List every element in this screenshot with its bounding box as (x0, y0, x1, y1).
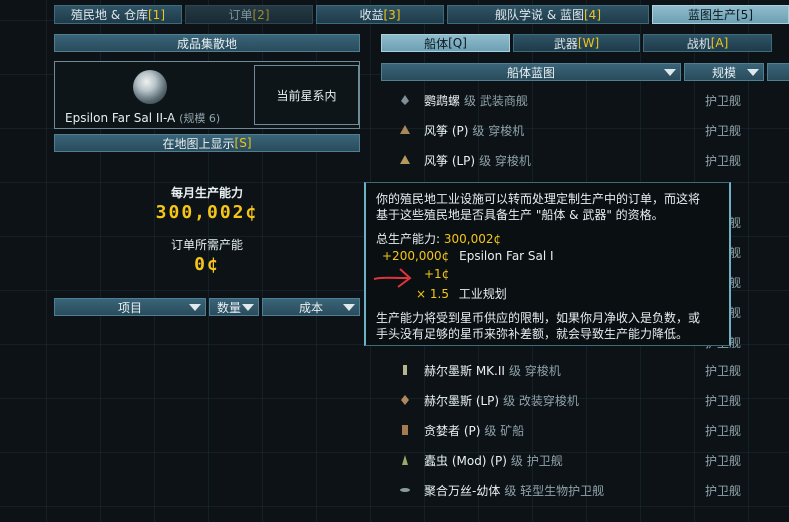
column-qty-dropdown[interactable]: 数量 (209, 298, 259, 316)
order-required-label: 订单所需产能 (170, 238, 243, 252)
chevron-down-icon (664, 69, 676, 76)
ship-hull-icon (401, 95, 409, 105)
list-item[interactable]: 聚合万丝-幼体级 轻型生物护卫舰 护卫舰 (380, 475, 760, 505)
chevron-down-icon (242, 304, 254, 311)
subtab-fighters[interactable]: 战机 [A] (643, 34, 772, 52)
production-capacity-tooltip: 你的殖民地工业设施可以转而处理定制生产中的订单，而这将 基于这些殖民地是否具备生… (364, 182, 731, 346)
red-arrow-annotation-icon (373, 268, 412, 288)
chevron-down-icon (747, 69, 759, 76)
tooltip-desc-line2: 基于这些殖民地是否具备生产 "船体 & 武器" 的资格。 (376, 208, 664, 222)
tooltip-desc-line1: 你的殖民地工业设施可以转而处理定制生产中的订单，而这将 (376, 192, 701, 206)
ship-hull-icon (400, 488, 410, 492)
tooltip-note-line1: 生产能力将受到星币供应的限制，如果你月净收入是负数，或 (376, 311, 701, 325)
subtab-weapons[interactable]: 武器 [W] (513, 34, 640, 52)
planet-name: Epsilon Far Sal II-A (65, 111, 176, 125)
list-item[interactable]: 风筝 (P) 级 穿梭机 护卫舰 (380, 115, 760, 145)
ship-hull-icon (401, 395, 409, 405)
monthly-capacity-label: 每月生产能力 (170, 186, 243, 200)
ship-hull-icon (402, 425, 408, 435)
size-sort-dropdown[interactable]: 规模 (684, 63, 764, 81)
tab-income[interactable]: 收益 [3] (316, 5, 444, 24)
planet-label: Epsilon Far Sal II-A (规模 6) (65, 110, 220, 126)
column-item-dropdown[interactable]: 项目 (54, 298, 206, 316)
ship-hull-icon (400, 155, 410, 164)
ship-hull-icon (400, 125, 410, 134)
list-item[interactable]: 鹦鹉螺级 武装商舰 护卫舰 (380, 85, 760, 115)
list-item[interactable]: 贪婪者 (P) 级 矿船 护卫舰 (380, 415, 760, 445)
tooltip-entry-bonus: +1¢ (424, 267, 450, 281)
tooltip-entry-colony: +200,000¢ Epsilon Far Sal I (382, 249, 554, 263)
tab-blueprint-production[interactable]: 蓝图生产 [5] (652, 5, 789, 24)
extra-sort-dropdown[interactable] (767, 63, 789, 81)
tooltip-note-line2: 手头没有足够的星币来弥补差额，就会导致生产能力降低。 (376, 327, 689, 341)
tab-fleet-doctrine-blueprints[interactable]: 舰队学说 & 蓝图 [4] (447, 5, 649, 24)
hull-blueprint-sort-dropdown[interactable]: 船体蓝图 (381, 63, 681, 81)
show-on-map-button[interactable]: 在地图上显示 [S] (54, 134, 360, 152)
tab-orders[interactable]: 订单 [2] (185, 5, 313, 24)
chevron-down-icon (343, 304, 355, 311)
ship-hull-icon (403, 365, 407, 375)
subtab-hulls[interactable]: 船体 [Q] (381, 34, 510, 52)
section-title-bar: 成品集散地 (54, 34, 360, 52)
list-item[interactable]: 赫尔墨斯 MK.II 级 穿梭机 护卫舰 (380, 355, 760, 385)
list-item[interactable]: 蠹虫 (Mod) (P) 级 护卫舰 护卫舰 (380, 445, 760, 475)
monthly-capacity-value: 300,002¢ (155, 202, 259, 223)
list-item[interactable]: 风筝 (LP) 级 穿梭机 护卫舰 (380, 145, 760, 175)
planet-icon (133, 70, 167, 104)
ship-hull-icon (402, 455, 408, 465)
planet-size: (规模 6) (179, 112, 221, 125)
tab-colonies-storage[interactable]: 殖民地 & 仓库 [1] (54, 5, 182, 24)
section-title: 成品集散地 (176, 36, 237, 51)
order-required-value: 0¢ (194, 254, 220, 275)
current-system-button[interactable]: 当前星系内 (254, 65, 359, 125)
tooltip-entry-multiplier: × 1.5 工业规划 (416, 287, 507, 301)
production-site-box[interactable]: Epsilon Far Sal II-A (规模 6) 当前星系内 (54, 61, 360, 129)
chevron-down-icon (189, 304, 201, 311)
column-cost-dropdown[interactable]: 成本 (262, 298, 360, 316)
tooltip-total: 总生产能力: 300,002¢ (376, 232, 502, 246)
list-item[interactable]: 赫尔墨斯 (LP) 级 改装穿梭机 护卫舰 (380, 385, 760, 415)
